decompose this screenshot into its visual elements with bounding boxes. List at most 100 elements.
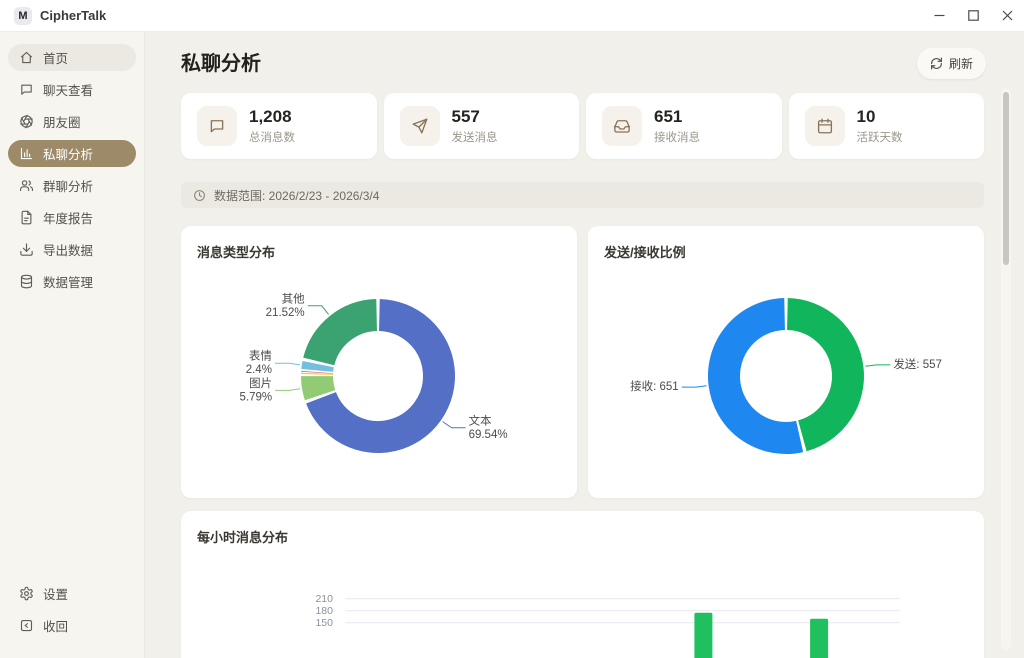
app-title: CipherTalk <box>40 8 106 23</box>
hourly-bar-chart[interactable]: 210180150 <box>181 511 984 658</box>
sidebar-item-report[interactable]: 年度报告 <box>8 204 136 231</box>
hourly-bar[interactable] <box>694 613 712 658</box>
app-logo-icon: M <box>14 7 32 25</box>
collapse-icon <box>19 618 34 633</box>
donut-segment-表情[interactable] <box>317 364 318 370</box>
stat-card-inbox: 651接收消息 <box>586 93 782 159</box>
page-title: 私聊分析 <box>181 50 261 78</box>
scrollbar-thumb[interactable] <box>1003 92 1009 265</box>
database-icon <box>19 274 34 289</box>
stat-value: 10 <box>857 107 903 127</box>
chart-label: 69.54% <box>469 429 508 441</box>
home-icon <box>19 50 34 65</box>
chart-label: 文本 <box>469 413 492 427</box>
clock-icon <box>193 189 206 202</box>
donut-segment-发送[interactable] <box>787 314 848 436</box>
sidebar-item-label: 私聊分析 <box>43 144 93 163</box>
stat-card-message: 1,208 总消息数 <box>181 93 377 159</box>
chat-icon <box>19 82 34 97</box>
content-area: 1,208 总消息数 557发送消息651接收消息 10 活跃天数 数据范围: 2026… <box>181 93 984 658</box>
stat-card-send: 557发送消息 <box>384 93 580 159</box>
sidebar-item-moments[interactable]: 朋友圈 <box>8 108 136 135</box>
sidebar-item-export[interactable]: 导出数据 <box>8 236 136 263</box>
y-axis-tick-label: 180 <box>315 605 333 617</box>
sidebar-item-label: 聊天查看 <box>43 80 93 99</box>
date-range-bar: 数据范围: 2026/2/23 - 2026/3/4 <box>181 182 984 208</box>
minimize-button[interactable] <box>922 0 956 31</box>
sidebar-footer: 设置收回 <box>8 580 136 644</box>
stat-value: 651 <box>654 107 700 127</box>
refresh-button[interactable]: 刷新 <box>917 48 986 79</box>
label-leader-line <box>275 363 300 365</box>
sidebar-item-home[interactable]: 首页 <box>8 44 136 71</box>
chart-label: 5.79% <box>240 391 273 403</box>
sidebar-nav: 首页聊天查看朋友圈私聊分析群聊分析年度报告导出数据数据管理 <box>8 44 136 300</box>
report-icon <box>19 210 34 225</box>
page-header: 私聊分析 刷新 <box>145 32 1024 93</box>
donut-segment-图片[interactable] <box>317 376 320 395</box>
y-axis-tick-label: 210 <box>315 593 333 605</box>
calendar-icon <box>805 106 845 146</box>
chart-label: 其他 <box>282 292 305 305</box>
scrollbar-track[interactable] <box>1001 88 1011 650</box>
minimize-icon <box>934 10 945 21</box>
chart-card-message-types: 消息类型分布 文本69.54%图片5.79%表情2.4%其他21.52% <box>181 226 577 498</box>
chart-label: 21.52% <box>266 307 305 319</box>
hourly-bar[interactable] <box>810 619 828 658</box>
stat-value: 1,208 <box>249 107 295 127</box>
message-icon <box>197 106 237 146</box>
date-range-text: 数据范围: 2026/2/23 - 2026/3/4 <box>214 187 379 204</box>
close-icon <box>1002 10 1013 21</box>
maximize-button[interactable] <box>956 0 990 31</box>
app-logo-wrap: M CipherTalk <box>0 7 106 25</box>
sidebar-item-label: 首页 <box>43 48 68 67</box>
chart-card-hourly: 每小时消息分布 210180150 <box>181 511 984 658</box>
sidebar-item-label: 导出数据 <box>43 240 93 259</box>
stat-label: 总消息数 <box>249 129 295 145</box>
window-controls <box>922 0 1024 31</box>
sidebar-item-label: 数据管理 <box>43 272 93 291</box>
donut-segment-接收[interactable] <box>724 314 800 438</box>
refresh-button-label: 刷新 <box>949 55 973 72</box>
sidebar: 首页聊天查看朋友圈私聊分析群聊分析年度报告导出数据数据管理 设置收回 <box>0 32 145 658</box>
sidebar-item-label: 收回 <box>43 616 68 635</box>
export-icon <box>19 242 34 257</box>
moments-icon <box>19 114 34 129</box>
donut-segment-其他[interactable] <box>319 315 377 361</box>
charts-row: 消息类型分布 文本69.54%图片5.79%表情2.4%其他21.52% 发送/… <box>181 226 984 498</box>
stat-label: 活跃天数 <box>857 129 903 145</box>
sidebar-item-gear[interactable]: 设置 <box>8 580 136 607</box>
sidebar-item-label: 年度报告 <box>43 208 93 227</box>
group-icon <box>19 178 34 193</box>
chart-label: 表情 <box>249 349 272 363</box>
inbox-icon <box>602 106 642 146</box>
sidebar-item-collapse[interactable]: 收回 <box>8 612 136 639</box>
sidebar-item-database[interactable]: 数据管理 <box>8 268 136 295</box>
chart-label: 发送: 557 <box>893 357 942 371</box>
chart-label: 图片 <box>249 377 272 390</box>
gear-icon <box>19 586 34 601</box>
label-leader-line <box>275 389 300 391</box>
bar-chart-icon <box>19 146 34 161</box>
label-leader-line <box>308 306 329 315</box>
close-button[interactable] <box>990 0 1024 31</box>
send-receive-donut-chart[interactable]: 发送: 557接收: 651 <box>588 226 984 498</box>
chart-card-send-receive: 发送/接收比例 发送: 557接收: 651 <box>588 226 984 498</box>
stats-row: 1,208 总消息数 557发送消息651接收消息 10 活跃天数 <box>181 93 984 159</box>
send-icon <box>400 106 440 146</box>
titlebar: M CipherTalk <box>0 0 1024 32</box>
stat-label: 发送消息 <box>452 129 498 145</box>
sidebar-item-label: 设置 <box>43 584 68 603</box>
refresh-icon <box>930 57 943 70</box>
message-type-donut-chart[interactable]: 文本 69.54% 图片5.79% 表情2.4% 其他 21.52% <box>181 226 577 498</box>
label-leader-line <box>865 365 890 366</box>
label-leader-line <box>443 422 466 428</box>
sidebar-item-group[interactable]: 群聊分析 <box>8 172 136 199</box>
stat-card-calendar: 10 活跃天数 <box>789 93 985 159</box>
sidebar-item-label: 群聊分析 <box>43 176 93 195</box>
y-axis-tick-label: 150 <box>315 617 333 629</box>
chart-label: 2.4% <box>246 364 272 376</box>
sidebar-item-chat[interactable]: 聊天查看 <box>8 76 136 103</box>
label-leader-line <box>682 386 707 387</box>
sidebar-item-bar-chart[interactable]: 私聊分析 <box>8 140 136 167</box>
